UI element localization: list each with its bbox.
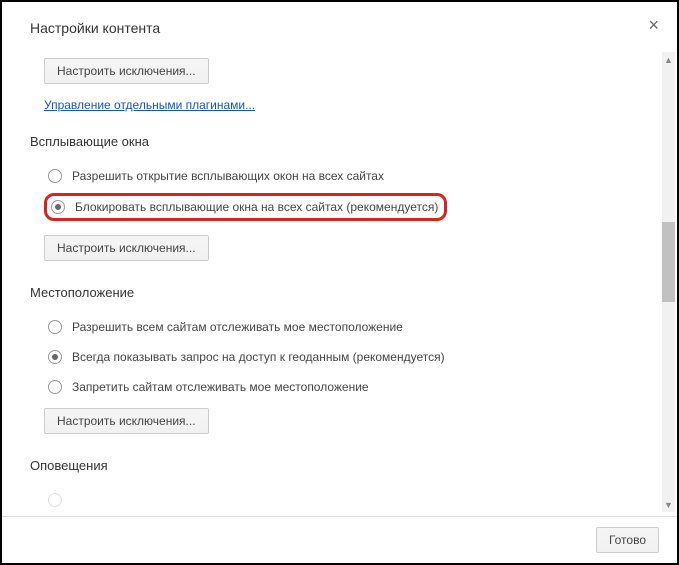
- dialog-footer: Готово: [2, 516, 677, 563]
- section-title-location: Местоположение: [30, 285, 637, 300]
- dialog-title: Настройки контента: [30, 20, 657, 36]
- radio-icon[interactable]: [48, 320, 62, 334]
- radio-icon[interactable]: [48, 169, 62, 183]
- location-allow-row[interactable]: Разрешить всем сайтам отслеживать мое ме…: [44, 314, 637, 340]
- radio-label: Разрешить всем сайтам отслеживать мое ме…: [72, 320, 403, 334]
- content-area: Настроить исключения... Управление отдел…: [30, 58, 657, 518]
- popups-exceptions-button[interactable]: Настроить исключения...: [44, 235, 209, 261]
- radio-label: Всегда показывать запрос на доступ к гео…: [72, 350, 445, 364]
- radio-icon[interactable]: [48, 493, 62, 507]
- location-ask-row[interactable]: Всегда показывать запрос на доступ к гео…: [44, 344, 637, 370]
- notifications-row-partial[interactable]: [44, 487, 637, 513]
- location-exceptions-button[interactable]: Настроить исключения...: [44, 408, 209, 434]
- radio-icon[interactable]: [48, 380, 62, 394]
- scroll-up-icon[interactable]: ▲: [662, 52, 675, 67]
- radio-label: Запретить сайтам отслеживать мое местопо…: [72, 380, 369, 394]
- section-title-popups: Всплывающие окна: [30, 134, 637, 149]
- scrollbar-track[interactable]: ▲ ▼: [662, 52, 675, 512]
- scrollbar-thumb[interactable]: [662, 222, 675, 302]
- radio-icon[interactable]: [51, 200, 65, 214]
- location-block-row[interactable]: Запретить сайтам отслеживать мое местопо…: [44, 374, 637, 400]
- manage-plugins-link[interactable]: Управление отдельными плагинами...: [44, 98, 255, 112]
- popup-allow-row[interactable]: Разрешить открытие всплывающих окон на в…: [44, 163, 637, 189]
- radio-label: Блокировать всплывающие окна на всех сай…: [75, 200, 438, 214]
- popup-block-row-highlighted[interactable]: Блокировать всплывающие окна на всех сай…: [44, 193, 447, 221]
- radio-icon[interactable]: [48, 350, 62, 364]
- scroll-down-icon[interactable]: ▼: [662, 497, 675, 512]
- close-icon[interactable]: ×: [648, 16, 659, 34]
- radio-label: Разрешить открытие всплывающих окон на в…: [72, 169, 384, 183]
- top-exceptions-button[interactable]: Настроить исключения...: [44, 58, 209, 84]
- section-title-notifications: Оповещения: [30, 458, 637, 473]
- done-button[interactable]: Готово: [596, 527, 659, 553]
